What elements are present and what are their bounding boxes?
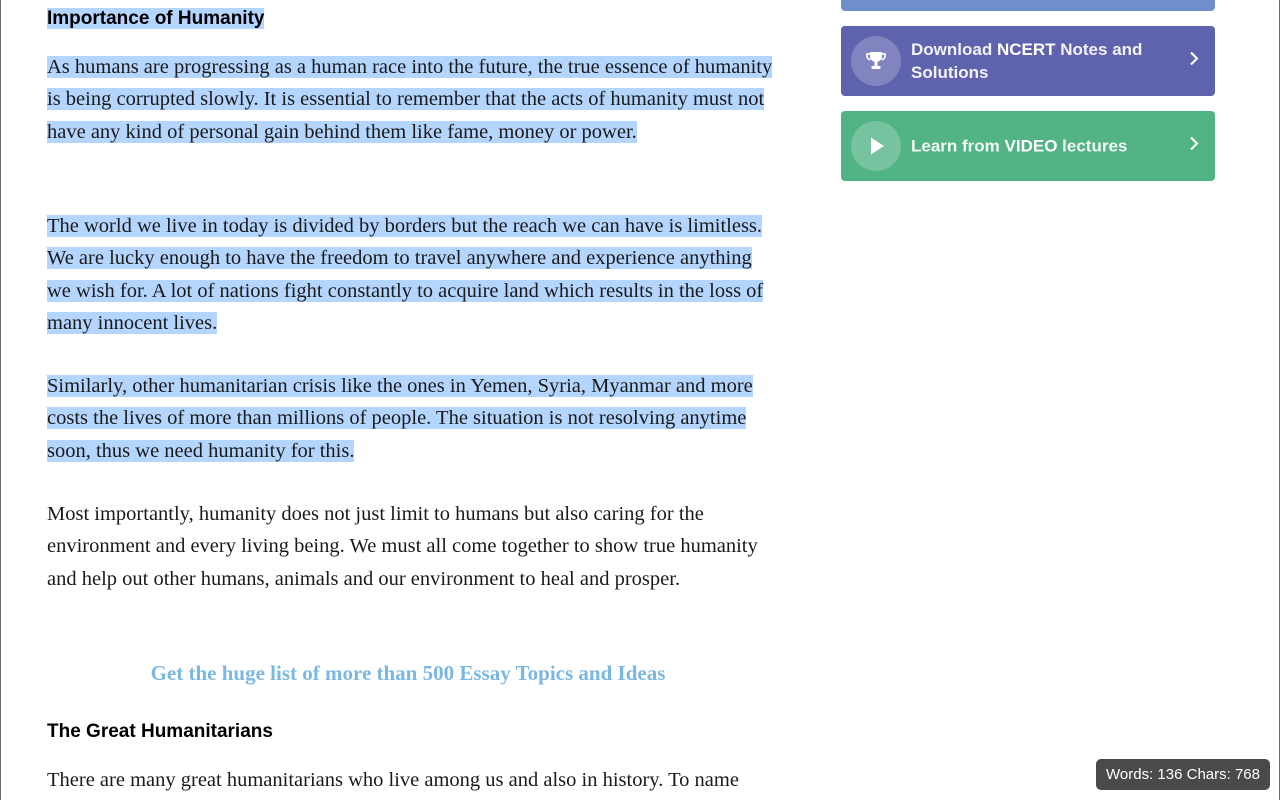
word-count-badge: Words: 136 Chars: 768 (1096, 759, 1270, 790)
trophy-icon (851, 36, 901, 86)
video-lectures-button[interactable]: Learn from VIDEO lectures (841, 111, 1215, 181)
chevron-right-icon (1189, 135, 1199, 158)
paragraph-1-text: As humans are progressing as a human rac… (47, 56, 773, 143)
paragraph-1: As humans are progressing as a human rac… (47, 51, 777, 148)
play-icon (851, 121, 901, 171)
paragraph-2: The world we live in today is divided by… (47, 210, 777, 340)
window-edge-left (0, 0, 1, 800)
paragraph-4: Most importantly, humanity does not just… (47, 503, 758, 590)
chevron-right-icon (1189, 50, 1199, 73)
download-ncert-label: Download NCERT Notes and Solutions (911, 40, 1143, 82)
paragraph-3-text: Similarly, other humanitarian crisis lik… (47, 375, 753, 462)
download-ncert-button[interactable]: Download NCERT Notes and Solutions (841, 26, 1215, 96)
paragraph-5: There are many great humanitarians who l… (47, 769, 739, 791)
section-heading-great-humanitarians: The Great Humanitarians (47, 721, 273, 742)
video-lectures-label: Learn from VIDEO lectures (911, 136, 1128, 156)
section-heading-importance: Importance of Humanity (47, 6, 265, 32)
video-bold-text: VIDEO (1004, 136, 1058, 156)
essay-topics-link[interactable]: Get the huge list of more than 500 Essay… (47, 657, 769, 689)
heading-selection: Importance of Humanity (47, 8, 265, 29)
sidebar-top-button[interactable] (841, 0, 1215, 11)
ncert-bold-text: NCERT (996, 40, 1056, 59)
paragraph-3: Similarly, other humanitarian crisis lik… (47, 370, 777, 467)
paragraph-2-text: The world we live in today is divided by… (47, 215, 764, 335)
